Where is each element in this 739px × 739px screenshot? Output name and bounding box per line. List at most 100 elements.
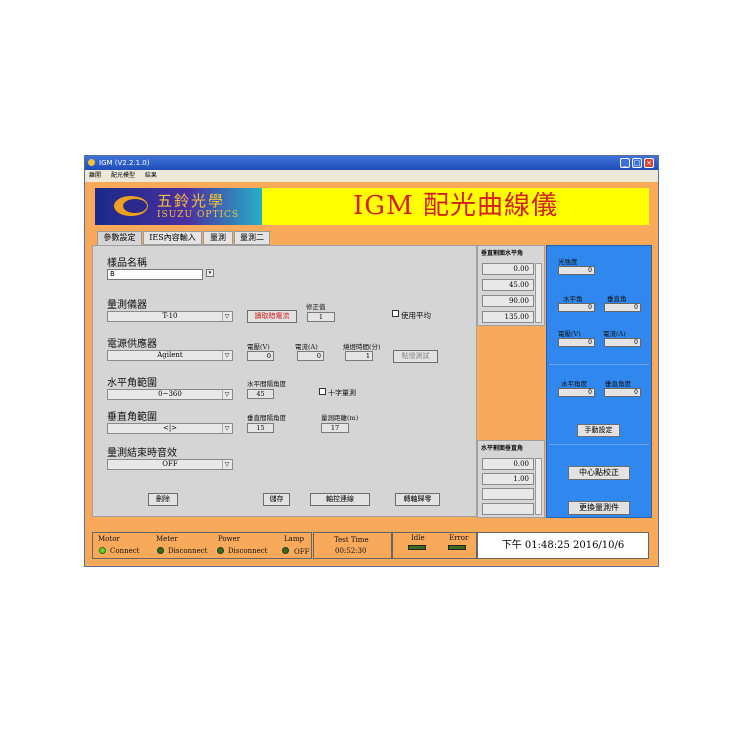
meter-state: Disconnect [168, 547, 208, 555]
test-time-value: 00:52:30 [335, 547, 367, 555]
lamp-led-icon [282, 547, 289, 554]
manual-setting-button[interactable]: 手動設定 [577, 424, 620, 437]
sample-name-input[interactable]: B [107, 269, 203, 280]
idle-label: Idle [411, 534, 425, 542]
intensity-value: 0 [558, 266, 595, 275]
correction-label: 修正值 [306, 303, 326, 311]
horizontal-list-scrollbar[interactable] [535, 458, 542, 515]
horizontal-range-select[interactable]: 0~360 ▽ [107, 389, 233, 400]
chevron-down-icon: ▽ [222, 351, 231, 360]
warmup-time-input[interactable]: 1 [345, 351, 373, 361]
test-time-box: Test Time 00:52:30 [313, 532, 392, 559]
vertical-degree-label: 垂直角度 [605, 380, 631, 388]
app-icon [88, 159, 95, 166]
measure-distance-input[interactable]: 17 [321, 423, 349, 433]
sample-name-label: 樣品名稱 [107, 258, 147, 269]
horizontal-section-list-title: 水平割面垂直角 [481, 445, 524, 452]
menu-bar: 離開 配光模型 結果 [85, 170, 658, 182]
list-item[interactable]: 90.00 [482, 295, 534, 307]
list-item[interactable]: 1.00 [482, 473, 534, 485]
horizontal-range-label: 水平角範圍 [107, 378, 157, 389]
list-item[interactable]: 45.00 [482, 279, 534, 291]
vertical-interval-input[interactable]: 15 [247, 423, 274, 433]
menu-item-exit[interactable]: 離開 [89, 172, 101, 179]
instrument-value: T-10 [162, 312, 178, 320]
correction-input[interactable]: 1 [307, 312, 335, 322]
tab-ies-input[interactable]: IES內容輸入 [143, 231, 202, 245]
error-indicator [448, 545, 466, 550]
vertical-degree-value: 0 [604, 388, 641, 397]
horizontal-degree-value: 0 [558, 388, 595, 397]
power-supply-label: 電源供應器 [107, 339, 157, 350]
tab-measure[interactable]: 量測 [203, 231, 233, 245]
list-item[interactable]: 0.00 [482, 263, 534, 275]
lamp-label: Lamp [284, 535, 304, 543]
change-sample-button[interactable]: 更換量測件 [568, 501, 630, 515]
use-average-checkbox[interactable] [392, 310, 399, 317]
delete-button[interactable]: 刪除 [148, 493, 178, 506]
list-item[interactable] [482, 488, 534, 500]
window-title: IGM (V2.2.1.0) [99, 159, 150, 167]
instrument-select[interactable]: T-10 ▽ [107, 311, 233, 322]
power-label: Power [218, 535, 241, 543]
end-sound-value: OFF [162, 460, 178, 468]
readout-panel: 光強度 0 水平角 0 垂直角 0 電壓(V) 0 電流(A) 0 水平角度 0… [546, 245, 652, 518]
horizontal-degree-label: 水平角度 [561, 380, 587, 388]
meter-led-icon [157, 547, 164, 554]
voltage-input[interactable]: 0 [247, 351, 274, 361]
save-button[interactable]: 儲存 [263, 493, 290, 506]
horizontal-angle-value: 0 [558, 303, 595, 312]
read-dark-current-button[interactable]: 讀取暗電流 [247, 310, 297, 323]
list-item[interactable] [482, 503, 534, 515]
power-state: Disconnect [228, 547, 268, 555]
list-item[interactable]: 0.00 [482, 458, 534, 470]
voltage-label: 電壓(V) [247, 343, 270, 351]
horizontal-interval-input[interactable]: 45 [247, 389, 274, 399]
panel-divider [549, 444, 649, 445]
axis-connect-button[interactable]: 軸控連線 [310, 493, 370, 506]
vertical-angle-label: 垂直角 [607, 295, 627, 303]
menu-item-model[interactable]: 配光模型 [111, 172, 135, 179]
chevron-down-icon: ▽ [222, 424, 231, 433]
error-label: Error [449, 534, 469, 542]
app-title: IGM 配光曲線儀 [262, 188, 649, 225]
center-calibrate-button[interactable]: 中心點校正 [568, 466, 630, 480]
company-logo: 五鈴光學 ISUZU OPTICS [95, 188, 262, 225]
panel-divider [549, 364, 649, 365]
end-sound-select[interactable]: OFF ▽ [107, 459, 233, 470]
tab-measure-2[interactable]: 量測二 [234, 231, 270, 245]
axis-zero-button[interactable]: 轉軸歸零 [395, 493, 440, 506]
power-led-icon [217, 547, 224, 554]
warmup-time-label: 燒燈時間(分) [343, 343, 381, 351]
vertical-interval-label: 垂直間隔角度 [247, 414, 286, 422]
current-readout-value: 0 [604, 338, 641, 347]
current-readout-label: 電流(A) [603, 330, 626, 338]
status-bar: Motor Connect Meter Disconnect Power Dis… [92, 532, 312, 559]
horizontal-angle-label: 水平角 [563, 295, 583, 303]
vertical-list-scrollbar[interactable] [535, 263, 542, 323]
power-supply-select[interactable]: Agilent ▽ [107, 350, 233, 361]
motor-led-icon [99, 547, 106, 554]
lamp-state: OFF [294, 548, 310, 556]
parameter-panel: 樣品名稱 B ▾ 量測儀器 T-10 ▽ 讀取暗電流 修正值 1 使用平均 電源供… [92, 245, 477, 517]
close-button[interactable]: × [644, 158, 654, 168]
maximize-button[interactable]: □ [632, 158, 642, 168]
motor-label: Motor [98, 535, 120, 543]
lamp-test-button[interactable]: 點燈測試 [393, 350, 438, 363]
logo-english: ISUZU OPTICS [157, 210, 240, 220]
motor-state: Connect [110, 547, 140, 555]
vertical-range-select[interactable]: <|> ▽ [107, 423, 233, 434]
minimize-button[interactable]: _ [620, 158, 630, 168]
title-bar: IGM (V2.2.1.0) [85, 156, 658, 170]
sample-spin-icon[interactable]: ▾ [206, 269, 214, 277]
current-input[interactable]: 0 [297, 351, 324, 361]
list-item[interactable]: 135.00 [482, 311, 534, 323]
instrument-label: 量測儀器 [107, 300, 147, 311]
tab-parameters[interactable]: 參數設定 [97, 231, 142, 245]
menu-item-result[interactable]: 結果 [145, 172, 157, 179]
sun-logo-icon [114, 196, 148, 216]
vertical-range-value: <|> [162, 424, 178, 432]
vertical-section-list-panel: 垂直割面水平角 0.00 45.00 90.00 135.00 [477, 245, 545, 326]
clock-display: 下午 01:48:25 2016/10/6 [477, 532, 649, 559]
cross-measure-checkbox[interactable] [319, 388, 326, 395]
